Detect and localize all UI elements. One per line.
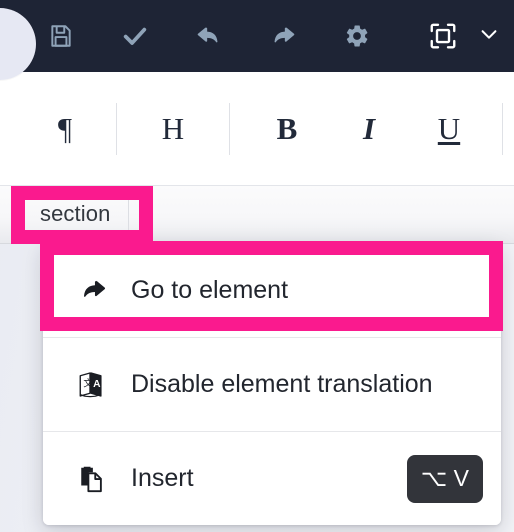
top-toolbar — [0, 0, 514, 72]
menu-item-label: Insert — [131, 464, 194, 492]
menu-item-go-to-element[interactable]: Go to element — [43, 243, 501, 337]
bold-label: B — [276, 111, 298, 146]
redo-icon — [268, 21, 298, 51]
keyboard-shortcut-badge: ⌥ V — [406, 454, 483, 503]
settings-button[interactable] — [328, 10, 386, 62]
fullscreen-button[interactable] — [414, 10, 472, 62]
toolbar-gap-3 — [238, 36, 254, 37]
italic-button[interactable]: I — [338, 72, 400, 185]
menu-item-label: Disable element translation — [131, 370, 433, 398]
toolbar-divider — [229, 102, 230, 155]
arrow-redo-icon — [77, 274, 123, 306]
app-window: ¶ H B I U section Go to element 文 A Disa… — [0, 0, 514, 532]
save-button[interactable] — [32, 10, 90, 62]
menu-item-insert[interactable]: Insert ⌥ V — [43, 431, 501, 525]
paragraph-icon: ¶ — [57, 111, 73, 146]
redo-button[interactable] — [254, 10, 312, 62]
paragraph-button[interactable]: ¶ — [34, 72, 96, 185]
underline-button[interactable]: U — [418, 72, 480, 185]
tab-section[interactable]: section — [22, 187, 130, 241]
check-icon — [121, 22, 149, 50]
toolbar-gap-2 — [164, 36, 180, 37]
paste-icon — [77, 464, 123, 494]
toolbar-divider — [502, 102, 503, 155]
italic-label: I — [362, 111, 376, 146]
heading-label: H — [161, 111, 185, 146]
save-icon — [48, 23, 74, 49]
confirm-button[interactable] — [106, 10, 164, 62]
heading-button[interactable]: H — [135, 72, 211, 185]
svg-text:A: A — [93, 379, 101, 390]
tab-label: section — [40, 201, 111, 226]
undo-icon — [194, 21, 224, 51]
fullscreen-icon — [428, 21, 458, 51]
toolbar-divider — [116, 102, 117, 155]
translate-icon: 文 A — [77, 370, 123, 400]
chevron-down-icon — [478, 23, 500, 50]
menu-item-label: Go to element — [131, 275, 289, 304]
toolbar-gap-4 — [312, 36, 328, 37]
formatting-toolbar: ¶ H B I U — [0, 72, 514, 186]
tab-bar: section — [0, 186, 514, 244]
svg-text:文: 文 — [83, 377, 93, 389]
toolbar-gap-1 — [90, 36, 106, 37]
bold-button[interactable]: B — [256, 72, 318, 185]
underline-label: U — [437, 111, 461, 146]
toolbar-gap-5 — [386, 36, 414, 37]
menu-item-disable-element-translation[interactable]: 文 A Disable element translation — [43, 337, 501, 431]
gear-icon — [344, 23, 370, 49]
toolbar-more-button[interactable] — [472, 10, 506, 62]
context-menu: Go to element 文 A Disable element transl… — [43, 243, 501, 525]
undo-button[interactable] — [180, 10, 238, 62]
